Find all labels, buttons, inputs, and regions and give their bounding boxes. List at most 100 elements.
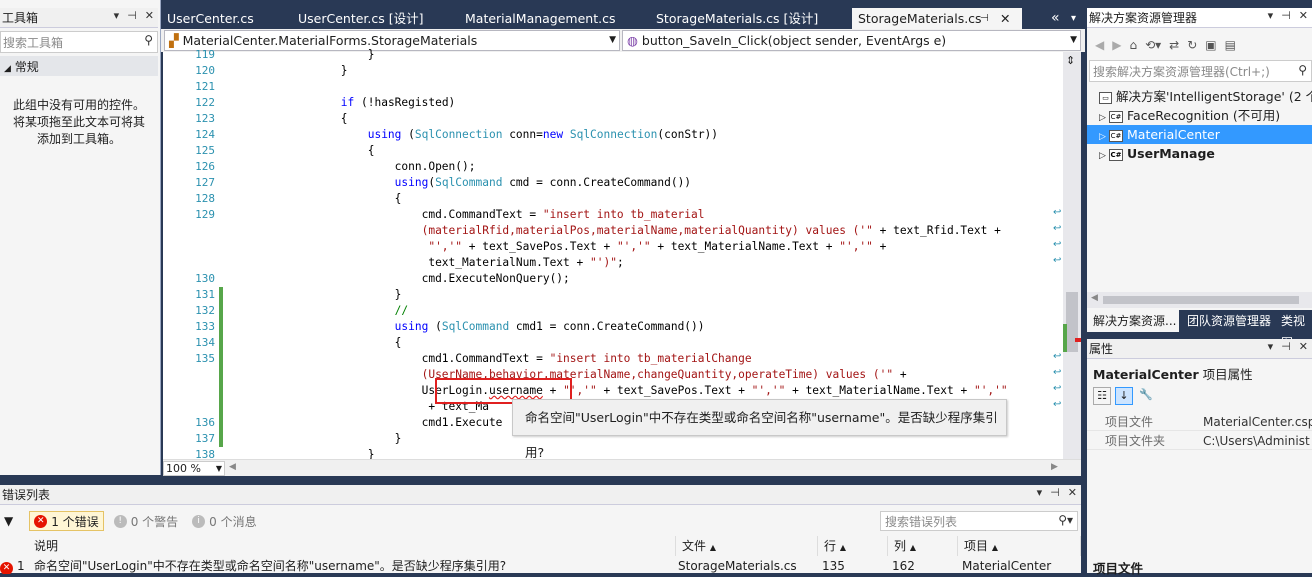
collapse-all-icon[interactable]: ▣ <box>1205 38 1216 52</box>
error-search-input[interactable]: 搜索错误列表 ⚲▾ <box>880 511 1078 531</box>
close-icon[interactable]: ✕ <box>1299 340 1308 353</box>
tab-dropdown-icon[interactable]: ▾ <box>1065 8 1085 29</box>
tree-item-usermanage[interactable]: ▷ C# UserManage <box>1087 144 1312 163</box>
column-header-label: 行 <box>824 539 837 553</box>
scroll-right-icon[interactable]: ▶ <box>1051 462 1058 472</box>
refresh-icon[interactable]: ↻ <box>1187 38 1197 52</box>
scroll-left-icon[interactable]: ◀ <box>1091 293 1098 303</box>
column-header-description[interactable]: 说明 <box>28 536 676 556</box>
expand-icon[interactable]: ▷ <box>1099 109 1109 125</box>
tree-item-materialcenter[interactable]: ▷ C# MaterialCenter <box>1087 125 1312 144</box>
code-line: using (SqlCommand cmd1 = conn.CreateComm… <box>394 320 705 333</box>
search-icon[interactable]: ⚲▾ <box>1058 513 1073 527</box>
property-value: C:\Users\Administ <box>1203 434 1310 448</box>
tab-overflow-button[interactable]: « <box>1045 8 1065 29</box>
close-icon[interactable]: ✕ <box>1068 486 1077 499</box>
sort-up-icon: ▲ <box>709 543 716 552</box>
tree-item-facerecognition[interactable]: ▷ C# FaceRecognition (不可用) <box>1087 106 1312 125</box>
tab-solution-explorer[interactable]: 解决方案资源... <box>1087 310 1179 332</box>
dropdown-icon[interactable]: ▾ <box>1268 9 1274 22</box>
tab-storagematerials-cs[interactable]: StorageMaterials.cs ⊣ ✕ <box>852 8 1022 29</box>
pin-icon[interactable]: ⊣ <box>980 8 989 29</box>
scrollbar-thumb[interactable] <box>1103 296 1299 304</box>
dropdown-icon[interactable]: ▾ <box>1037 486 1043 499</box>
home-icon[interactable]: ⌂ <box>1129 38 1137 52</box>
solution-bottom-tabs: 解决方案资源... 团队资源管理器 类视图 <box>1087 310 1312 350</box>
back-icon[interactable]: ◀ <box>1095 38 1104 52</box>
sort-up-icon: ▲ <box>991 543 998 552</box>
categorized-icon[interactable]: ☷ <box>1093 387 1111 405</box>
column-header-line[interactable]: 行 ▲ <box>818 536 888 556</box>
error-marker[interactable] <box>1075 338 1081 342</box>
word-wrap-glyph-icon: ↩ <box>1053 351 1062 362</box>
warnings-filter-button[interactable]: ! 0 个警告 <box>110 511 182 531</box>
errors-filter-button[interactable]: ✕ 1 个错误 <box>29 511 104 531</box>
empty-line: 此组中没有可用的控件。 <box>12 98 145 112</box>
dropdown-icon[interactable]: ▾ <box>1268 340 1274 353</box>
tab-usercenter-cs[interactable]: UserCenter.cs <box>161 8 286 29</box>
code-line: { <box>233 336 402 349</box>
vertical-scrollbar[interactable]: ⇕ <box>1063 52 1081 459</box>
code-line: "','" + text_SavePos.Text + "','" + text… <box>428 240 887 253</box>
solution-hscrollbar[interactable]: ◀ <box>1087 292 1312 308</box>
line-number: 123 <box>195 112 215 125</box>
close-icon[interactable]: ✕ <box>1000 8 1010 29</box>
search-icon[interactable]: ⚲ <box>144 33 153 47</box>
pin-icon[interactable]: ⊣ <box>1050 486 1060 499</box>
show-all-files-icon[interactable]: ▤ <box>1225 38 1236 52</box>
solution-search-placeholder: 搜索解决方案资源管理器(Ctrl+;) <box>1093 65 1270 79</box>
history-icon[interactable]: ⟲▾ <box>1145 38 1161 52</box>
tab-materialmanagement-cs[interactable]: MaterialManagement.cs <box>459 8 644 29</box>
pin-icon[interactable]: ⊣ <box>1281 340 1291 353</box>
word-wrap-glyph-icon: ↩ <box>1053 223 1062 234</box>
tab-class-view[interactable]: 类视图 <box>1275 310 1312 350</box>
tab-team-explorer[interactable]: 团队资源管理器 <box>1181 310 1275 332</box>
split-icon[interactable]: ⇕ <box>1066 54 1075 67</box>
alphabetical-icon[interactable]: ↓ <box>1115 387 1133 405</box>
column-header-project[interactable]: 项目 ▲ <box>958 536 1081 556</box>
forward-icon[interactable]: ▶ <box>1112 38 1121 52</box>
tab-storagematerials-design[interactable]: StorageMaterials.cs [设计] <box>650 8 850 29</box>
properties-object-name: MaterialCenter <box>1093 367 1199 382</box>
class-icon: ▞ <box>169 33 179 48</box>
line-number: 136 <box>195 416 215 429</box>
toolbox-group-general[interactable]: ◢ 常规 <box>0 56 158 76</box>
property-pages-icon[interactable]: 🔧 <box>1137 387 1155 405</box>
pin-icon[interactable]: ⊣ <box>1281 9 1291 22</box>
close-icon[interactable]: ✕ <box>1299 9 1308 22</box>
toolbox-title: 工具箱 <box>2 11 39 25</box>
zoom-value: 100 % <box>166 462 201 475</box>
scroll-left-icon[interactable]: ◀ <box>229 462 236 472</box>
properties-object-selector[interactable]: MaterialCenter 项目属性 <box>1093 364 1253 383</box>
line-number: 135 <box>195 352 215 365</box>
column-header-file[interactable]: 文件 ▲ <box>676 536 818 556</box>
toolbox-search-input[interactable]: 搜索工具箱 ⚲ <box>0 31 158 53</box>
dropdown-icon[interactable]: ▾ <box>114 9 120 22</box>
properties-panel: 属性 ▾ ⊣ ✕ MaterialCenter 项目属性 ☷ ↓ 🔧 项目文件 … <box>1087 339 1312 576</box>
line-number: 131 <box>195 288 215 301</box>
member-combo[interactable]: ◍ button_SaveIn_Click(object sender, Eve… <box>622 30 1081 51</box>
word-wrap-glyph-icon: ↩ <box>1053 383 1062 394</box>
zoom-combo[interactable]: 100 % ▼ <box>163 461 225 476</box>
filter-icon[interactable]: ▼ <box>4 514 13 528</box>
property-row[interactable]: 项目文件 MaterialCenter.csp <box>1087 413 1312 431</box>
sync-icon[interactable]: ⇄ <box>1169 38 1179 52</box>
code-line: { <box>233 192 402 205</box>
expand-icon[interactable]: ▷ <box>1099 128 1109 144</box>
scrollbar-thumb[interactable] <box>1066 292 1078 352</box>
close-icon[interactable]: ✕ <box>145 9 154 22</box>
solution-search-input[interactable]: 搜索解决方案资源管理器(Ctrl+;) ⚲ <box>1089 60 1312 82</box>
expand-icon[interactable]: ▷ <box>1099 147 1109 163</box>
code-line: // <box>394 304 409 317</box>
column-header-column[interactable]: 列 ▲ <box>888 536 958 556</box>
horizontal-scrollbar[interactable]: 100 % ▼ ◀ ▶ <box>163 459 1081 476</box>
code-editor[interactable]: 119 120 121 122 123 124 125 126 127 128 … <box>163 48 1081 461</box>
tree-item-solution[interactable]: ▭ 解决方案'IntelligentStorage' (2 个项 <box>1087 87 1312 106</box>
messages-filter-button[interactable]: i 0 个消息 <box>188 511 260 531</box>
empty-line: 添加到工具箱。 <box>36 132 121 146</box>
tab-usercenter-design[interactable]: UserCenter.cs [设计] <box>292 8 452 29</box>
property-row[interactable]: 项目文件夹 C:\Users\Administ <box>1087 432 1312 450</box>
search-icon[interactable]: ⚲ <box>1298 63 1307 77</box>
line-number: 120 <box>195 64 215 77</box>
pin-icon[interactable]: ⊣ <box>127 9 137 22</box>
